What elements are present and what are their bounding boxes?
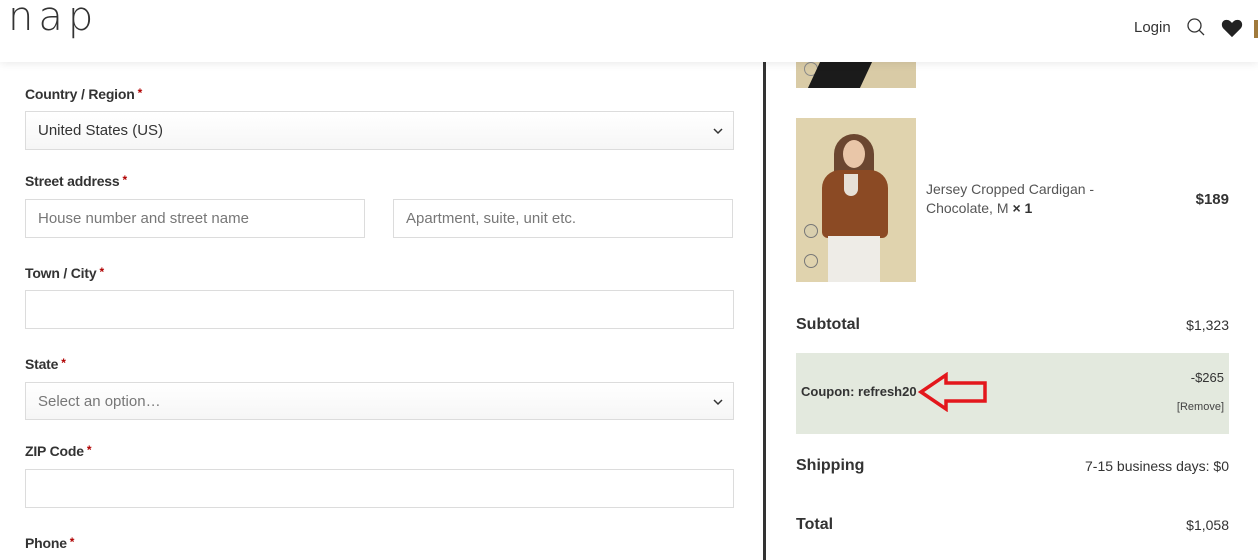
thumbnail-shirt: [844, 174, 858, 196]
street-address-line1-placeholder: House number and street name: [38, 210, 249, 227]
brand-logo[interactable]: nap: [8, 0, 98, 40]
cart-icon[interactable]: [1254, 20, 1258, 38]
product-thumbnail-previous: [796, 62, 916, 88]
chevron-down-icon: [713, 399, 723, 406]
thumbnail-face: [843, 140, 865, 168]
coupon-discount: -$265: [1190, 370, 1224, 385]
required-marker: *: [61, 356, 66, 370]
column-divider: [763, 62, 766, 560]
coupon-label: Coupon: refresh20: [801, 384, 917, 399]
subtotal-value: $1,323: [1186, 317, 1229, 333]
street-address-line2-input[interactable]: Apartment, suite, unit etc.: [393, 199, 733, 238]
shipping-label: Shipping: [796, 457, 865, 474]
phone-label: Phone *: [25, 535, 75, 551]
thumbnail-pants: [828, 236, 880, 282]
site-header: nap Login: [0, 0, 1258, 62]
product-thumbnail: [796, 118, 916, 282]
zip-code-label: ZIP Code *: [25, 443, 92, 459]
login-link[interactable]: Login: [1134, 19, 1171, 36]
order-item-name: Jersey Cropped Cardigan - Chocolate, M × …: [926, 181, 1095, 216]
state-label: State *: [25, 356, 66, 372]
required-marker: *: [137, 86, 143, 100]
city-input[interactable]: [25, 290, 734, 329]
chevron-down-icon: [713, 128, 723, 135]
street-address-line1-input[interactable]: House number and street name: [25, 199, 365, 238]
required-marker: *: [86, 443, 92, 457]
country-select-value: United States (US): [38, 122, 164, 139]
zip-code-input[interactable]: [25, 469, 734, 508]
order-item-price: $189: [1195, 191, 1229, 208]
state-select-placeholder: Select an option…: [38, 392, 161, 410]
required-marker: *: [99, 265, 104, 279]
breathable-badge-icon: [804, 254, 818, 268]
total-value: $1,058: [1186, 517, 1229, 533]
coupon-row: Coupon: refresh20 -$265 [Remove]: [796, 353, 1229, 434]
heart-icon[interactable]: [1221, 18, 1243, 38]
shipping-value: 7-15 business days: $0: [1085, 458, 1229, 474]
city-label: Town / City *: [25, 265, 104, 281]
street-address-line2-placeholder: Apartment, suite, unit etc.: [406, 210, 577, 227]
subtotal-label: Subtotal: [796, 316, 860, 333]
annotation-arrow-icon: [918, 372, 987, 412]
order-item-quantity: × 1: [1012, 200, 1033, 216]
country-select[interactable]: United States (US): [25, 111, 734, 150]
country-label: Country / Region *: [25, 86, 143, 102]
state-select[interactable]: Select an option…: [25, 382, 734, 420]
required-marker: *: [69, 535, 75, 549]
street-address-label: Street address *: [25, 173, 127, 189]
search-icon[interactable]: [1186, 17, 1206, 37]
required-marker: *: [122, 173, 127, 187]
remove-coupon-link[interactable]: [Remove]: [1177, 401, 1224, 413]
thumbnail-pants: [807, 62, 873, 88]
total-label: Total: [796, 516, 834, 533]
fabric-badge-icon: [804, 224, 818, 238]
